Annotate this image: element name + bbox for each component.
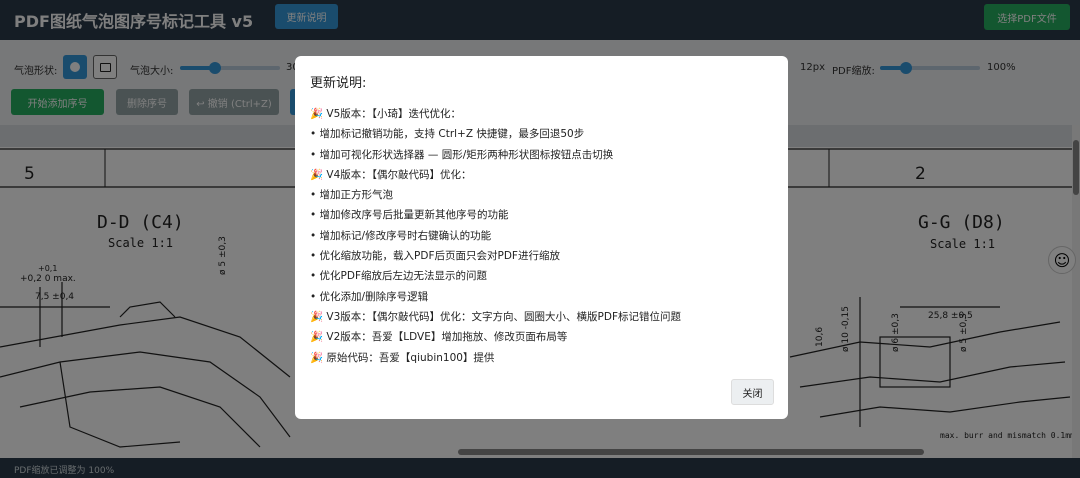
list-item: • 优化PDF缩放后左边无法显示的问题 <box>310 270 487 283</box>
list-item: 🎉 V2版本：吾爱【LDVE】增加拖放、修改页面布局等 <box>310 331 568 344</box>
update-notes-list: 🎉 V5版本：【小琦】迭代优化： • 增加标记撤销功能，支持 Ctrl+Z 快捷… <box>310 104 780 368</box>
list-item: • 增加正方形气泡 <box>310 189 394 202</box>
list-item: • 增加标记撤销功能，支持 Ctrl+Z 快捷键，最多回退50步 <box>310 128 585 141</box>
list-item: • 增加可视化形状选择器 — 圆形/矩形两种形状图标按钮点击切换 <box>310 148 614 161</box>
modal-title: 更新说明: <box>310 76 367 91</box>
list-item: 🎉 V5版本：【小琦】迭代优化： <box>310 108 462 120</box>
list-item: 🎉 V4版本：【偶尔敲代码】优化： <box>310 168 472 181</box>
list-item: • 优化缩放功能，载入PDF后页面只会对PDF进行缩放 <box>310 250 560 263</box>
list-item: 🎉 原始代码：吾爱【qiubin100】提供 <box>310 351 495 364</box>
close-button[interactable]: 关闭 <box>731 379 774 405</box>
list-item: • 优化添加/删除序号逻辑 <box>310 290 429 303</box>
update-notes-modal: 更新说明: 🎉 V5版本：【小琦】迭代优化： • 增加标记撤销功能，支持 Ctr… <box>295 56 788 419</box>
list-item: • 增加标记/修改序号时右键确认的功能 <box>310 229 492 242</box>
list-item: • 增加修改序号后批量更新其他序号的功能 <box>310 209 509 222</box>
list-item: 🎉 V3版本：【偶尔敲代码】优化：文字方向、圆圈大小、横版PDF标记错位问题 <box>310 310 681 323</box>
